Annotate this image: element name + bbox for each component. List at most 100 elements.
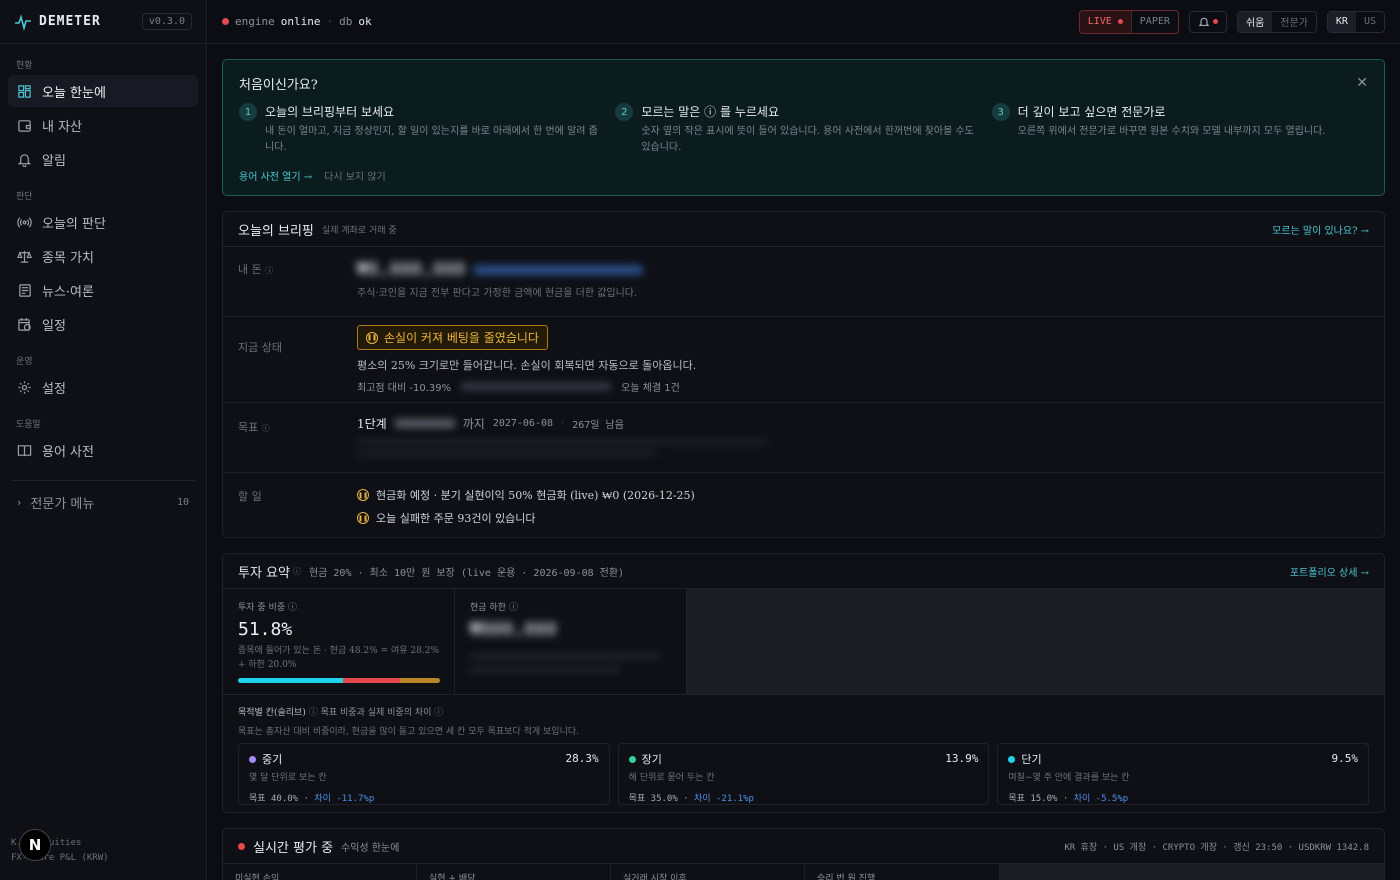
chart-placeholder [999, 864, 1384, 880]
sidebar-item-label: 내 자산 [42, 119, 83, 135]
expert-menu-toggle[interactable]: › 전문가 메뉴 10 [8, 487, 198, 517]
slots-title: 목적별 칸(슬리브) [238, 708, 306, 718]
info-icon[interactable]: ⓘ [288, 603, 297, 613]
realtime-title: 실시간 평가 중 [253, 840, 334, 856]
market-us-button[interactable]: US [1356, 12, 1384, 32]
scale-icon [17, 250, 32, 263]
sidebar-item-settings[interactable]: 설정 [8, 371, 198, 403]
sleeve-dot-icon [249, 755, 256, 763]
gear-icon [18, 380, 31, 394]
difficulty-toggle[interactable]: 쉬움 전문가 [1236, 10, 1317, 33]
sidebar-item-decision[interactable]: 오늘의 판단 [8, 206, 198, 238]
close-icon[interactable]: ✕ [1356, 75, 1368, 91]
step-number: 1 [239, 103, 257, 121]
allocation-bar [238, 678, 440, 683]
invested-ratio-card: 투자 중 비중 ⓘ 51.8% 종목에 들어가 있는 돈 · 현금 48.2% … [223, 589, 455, 694]
dashboard-grid-icon [18, 84, 31, 98]
goal-remaining: 267일 남음 [572, 420, 624, 431]
info-icon[interactable]: ⓘ [265, 266, 273, 275]
summary-title: 투자 요약 [238, 565, 290, 581]
step-number: 2 [615, 103, 634, 121]
brand[interactable]: DEMETER v0.3.0 [0, 0, 206, 44]
goal-label: 목표 [238, 421, 259, 434]
db-label: db [339, 15, 353, 28]
sleeve-card[interactable]: 단기 9.5% 며칠~몇 주 안에 결과를 보는 칸 목표 15.0% · 차이… [997, 743, 1370, 805]
live-mode-button[interactable]: LIVE [1079, 10, 1131, 33]
market-toggle[interactable]: KR US [1326, 10, 1385, 33]
briefing-title: 오늘의 브리핑 [238, 223, 314, 239]
sleeve-target: 목표 15.0% [1008, 794, 1058, 804]
col-progress: 승리 번 원 진행 [817, 874, 876, 880]
sidebar-item-label: 용어 사전 [42, 444, 94, 460]
onboarding-step: 1 오늘의 브리핑부터 보세요 내 돈이 얼마고, 지금 정상인지, 할 일이 … [239, 103, 615, 156]
sleeve-card[interactable]: 중기 28.3% 몇 달 단위로 보는 칸 목표 40.0% · 차이 -11.… [238, 743, 610, 805]
status-row: 지금 상태 ❚❚ 손실이 커져 베팅을 줄였습니다 평소의 25% 크기로만 들어… [223, 317, 1384, 403]
investment-summary-panel: 투자 요약 ⓘ 현금 20% · 최소 10만 원 보장 (live 운용 · … [222, 553, 1385, 813]
sleeve-pct: 28.3% [565, 752, 599, 765]
paper-mode-button[interactable]: PAPER [1130, 10, 1178, 33]
sleeve-dot-icon [628, 755, 636, 763]
sidebar-item-valuation[interactable]: 종목 가치 [8, 240, 198, 272]
broadcast-icon [17, 216, 32, 228]
calendar-clock-icon [18, 317, 31, 331]
briefing-subtitle: 실제 계좌로 거래 중 [321, 225, 397, 236]
realtime-subtitle: 수익성 한눈에 [341, 842, 400, 854]
todo-item[interactable]: ❚❚ 오늘 실패한 주문 93건이 있습니다 [357, 510, 1369, 526]
sleeve-pct: 13.9% [945, 752, 979, 765]
section-title-ops: 운영 [16, 357, 33, 367]
dismiss-link[interactable]: 다시 보지 않기 [324, 168, 386, 183]
sidebar-item-today[interactable]: 오늘 한눈에 [8, 75, 198, 107]
help-link[interactable]: 모르는 말이 있나요? → [1272, 222, 1369, 237]
sidebar-item-news[interactable]: 뉴스·여론 [8, 274, 198, 306]
step-desc: 숫자 옆의 작은 표시에 뜻이 들어 있습니다. 용어 사전에서 한꺼번에 찾아… [641, 126, 974, 153]
redacted-block [470, 654, 660, 659]
live-dot-icon [238, 842, 245, 850]
market-kr-button[interactable]: KR [1327, 11, 1356, 32]
sidebar-item-schedule[interactable]: 일정 [8, 308, 198, 340]
expert-mode-button[interactable]: 전문가 [1272, 12, 1316, 32]
redacted-block [470, 667, 620, 672]
info-icon[interactable]: ⓘ [293, 566, 301, 577]
easy-mode-button[interactable]: 쉬움 [1237, 11, 1273, 32]
goal-row: 목표 ⓘ 1단계 까지 2027-06-08 · 267일 남음 [223, 403, 1384, 473]
todo-item[interactable]: ❚❚ 현금화 예정 · 분기 실현이익 50% 현금화 (live) ₩0 (20… [357, 487, 1369, 503]
sidebar-item-label: 오늘 한눈에 [42, 85, 106, 101]
step-desc: 내 돈이 얼마고, 지금 정상인지, 할 일이 있는지를 바로 아래에서 한 번… [265, 126, 598, 153]
realtime-panel: 실시간 평가 중 수익성 한눈에 KR 휴장 · US 개장 · CRYPTO … [222, 828, 1385, 880]
info-icon[interactable]: ⓘ [262, 424, 270, 433]
sidebar-item-label: 설정 [42, 381, 66, 397]
onboarding-banner: 처음이신가요? ✕ 1 오늘의 브리핑부터 보세요 내 돈이 얼마고, 지금 정… [222, 59, 1385, 196]
redacted-block [461, 383, 612, 390]
onboarding-step: 3 더 깊이 보고 싶으면 전문가로 오른쪽 위에서 전문가로 바꾸면 원본 수… [991, 103, 1368, 156]
engine-label: engine [235, 15, 275, 28]
sleeve-target: 목표 35.0% [628, 794, 678, 804]
onboarding-step: 2 모르는 말은 ⓘ 를 누르세요 숫자 옆의 작은 표시에 뜻이 들어 있습니… [615, 103, 991, 156]
db-state: ok [358, 15, 372, 28]
invested-label: 투자 중 비중 [238, 603, 286, 613]
cash-value: ₩800,000 [470, 619, 557, 640]
sidebar-item-glossary[interactable]: 용어 사전 [8, 434, 198, 466]
n-badge[interactable]: N [19, 829, 51, 861]
info-icon[interactable]: ⓘ [434, 708, 443, 718]
money-desc: 주식·코인을 지금 전부 판다고 가정한 금액에 현금을 더한 값입니다. [357, 288, 638, 299]
invested-desc: 종목에 들어가 있는 돈 · 현금 48.2% = 여유 28.2% + 하한 … [238, 646, 439, 670]
info-icon[interactable]: ⓘ [309, 708, 318, 718]
goal-progress [357, 440, 767, 444]
trading-mode-toggle[interactable]: LIVE PAPER [1078, 9, 1179, 34]
open-glossary-link[interactable]: 용어 사전 열기 → [239, 168, 312, 183]
slots-meta: 목표 비중과 실제 비중의 차이 [320, 708, 432, 718]
drawdown: 최고점 대비 -10.39% [357, 383, 452, 394]
portfolio-detail-link[interactable]: 포트폴리오 상세 → [1290, 564, 1369, 579]
sleeve-card[interactable]: 장기 13.9% 해 단위로 묻어 두는 칸 목표 35.0% · 차이 -21… [617, 743, 990, 805]
market-status: KR 휴장 · US 개장 · CRYPTO 개장 · 갱신 23:50 · U… [1064, 842, 1369, 853]
notifications-button[interactable] [1188, 10, 1227, 33]
info-icon[interactable]: ⓘ [509, 603, 518, 613]
goal-date: 2027-06-08 [492, 418, 554, 429]
status-label: 지금 상태 [238, 341, 282, 354]
briefing-panel: 오늘의 브리핑 실제 계좌로 거래 중 모르는 말이 있나요? → 내 돈 ⓘ … [222, 211, 1385, 538]
money-row: 내 돈 ⓘ ₩8,000,000 주식·코인을 지금 전부 판다고 가정한 금액… [223, 247, 1384, 317]
step-title: 오늘의 브리핑부터 보세요 [265, 105, 395, 119]
sidebar-item-assets[interactable]: 내 자산 [8, 109, 198, 141]
sidebar-item-alerts[interactable]: 알림 [8, 143, 198, 175]
sidebar-item-label: 종목 가치 [42, 250, 94, 266]
